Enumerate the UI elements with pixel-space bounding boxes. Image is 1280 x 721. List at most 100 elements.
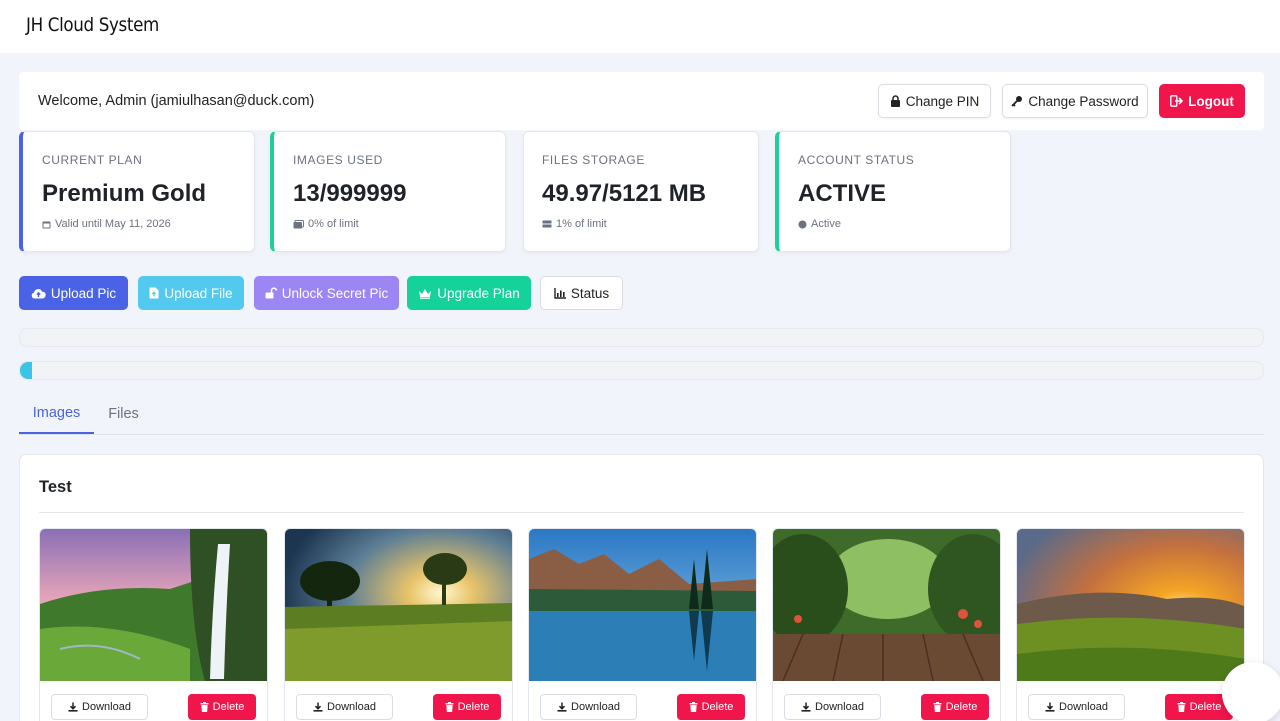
download-icon — [1045, 702, 1055, 712]
download-button[interactable]: Download — [296, 694, 393, 720]
images-icon — [293, 219, 304, 228]
tab-images[interactable]: Images — [19, 394, 94, 434]
progress-bar-images — [19, 328, 1264, 347]
stat-label: ACCOUNT STATUS — [798, 153, 915, 167]
album-panel: Test Download Delete Download Delete Dow… — [19, 454, 1264, 721]
stat-label: FILES STORAGE — [542, 153, 645, 167]
image-card: Download Delete — [39, 528, 268, 721]
stat-sub-text: 1% of limit — [556, 218, 607, 230]
download-label: Download — [82, 701, 131, 713]
download-button[interactable]: Download — [540, 694, 637, 720]
stat-sub-text: Valid until May 11, 2026 — [55, 218, 171, 230]
divider — [39, 512, 1244, 513]
change-password-button[interactable]: Change Password — [1002, 84, 1148, 118]
tree-sunset-image[interactable] — [285, 529, 513, 681]
delete-label: Delete — [212, 701, 245, 713]
trash-icon — [689, 702, 698, 712]
delete-label: Delete — [701, 701, 734, 713]
chat-widget-button[interactable] — [1222, 662, 1280, 721]
stat-card-images: IMAGES USED 13/999999 0% of limit — [270, 131, 506, 252]
welcome-bar: Welcome, Admin (jamiulhasan@duck.com) Ch… — [19, 72, 1264, 130]
stat-sub-text: 0% of limit — [308, 218, 359, 230]
progress-fill — [20, 362, 33, 379]
unlock-secret-pic-label: Unlock Secret Pic — [281, 285, 389, 301]
stat-sub: Valid until May 11, 2026 — [42, 218, 171, 230]
delete-button[interactable]: Delete — [677, 694, 745, 720]
welcome-text: Welcome, Admin (jamiulhasan@duck.com) — [38, 93, 315, 109]
garden-deck-image[interactable] — [773, 529, 1001, 681]
stat-label: CURRENT PLAN — [42, 153, 143, 167]
change-password-label: Change Password — [1028, 93, 1139, 109]
chart-icon — [554, 287, 566, 299]
calendar-icon — [42, 221, 51, 228]
download-button[interactable]: Download — [1028, 694, 1125, 720]
stat-value: 49.97/5121 MB — [542, 180, 707, 207]
waterfall-image[interactable] — [40, 529, 268, 681]
file-upload-icon — [149, 287, 159, 299]
upload-pic-label: Upload Pic — [50, 285, 117, 301]
sunset-meadow-image[interactable] — [1017, 529, 1245, 681]
download-label: Download — [1059, 701, 1108, 713]
download-button[interactable]: Download — [784, 694, 881, 720]
crown-icon — [419, 288, 432, 299]
trash-icon — [1177, 702, 1186, 712]
trash-icon — [933, 702, 942, 712]
delete-label: Delete — [457, 701, 490, 713]
upload-file-label: Upload File — [164, 285, 233, 301]
image-card: Download Delete — [284, 528, 513, 721]
trash-icon — [200, 702, 209, 712]
top-navbar: JH Cloud System — [0, 0, 1280, 53]
stat-value: Premium Gold — [42, 180, 207, 207]
stat-card-status: ACCOUNT STATUS ACTIVE Active — [775, 131, 1011, 252]
trash-icon — [445, 702, 454, 712]
stat-sub: Active — [798, 218, 841, 230]
stat-sub-text: Active — [811, 218, 841, 230]
lock-icon — [890, 95, 900, 107]
delete-button[interactable]: Delete — [188, 694, 256, 720]
delete-label: Delete — [945, 701, 978, 713]
key-icon — [1011, 96, 1023, 107]
status-dot-icon — [798, 220, 807, 228]
logout-button[interactable]: Logout — [1159, 84, 1245, 118]
upgrade-plan-button[interactable]: Upgrade Plan — [407, 276, 531, 310]
image-card: Download Delete — [1016, 528, 1245, 721]
stat-sub: 1% of limit — [542, 218, 607, 230]
upload-file-button[interactable]: Upload File — [138, 276, 244, 310]
upload-pic-button[interactable]: Upload Pic — [19, 276, 128, 310]
logout-icon — [1170, 95, 1184, 107]
change-pin-button[interactable]: Change PIN — [878, 84, 991, 118]
upgrade-plan-label: Upgrade Plan — [437, 285, 520, 301]
delete-button[interactable]: Delete — [433, 694, 501, 720]
image-card: Download Delete — [772, 528, 1001, 721]
stat-value: ACTIVE — [798, 180, 887, 207]
download-label: Download — [327, 701, 376, 713]
cloud-upload-icon — [31, 288, 46, 298]
unlock-icon — [265, 287, 277, 299]
stat-label: IMAGES USED — [293, 153, 383, 167]
download-icon — [68, 702, 78, 712]
change-pin-label: Change PIN — [905, 93, 980, 109]
download-icon — [801, 702, 811, 712]
mountain-lake-image[interactable] — [529, 529, 757, 681]
download-button[interactable]: Download — [51, 694, 148, 720]
tab-bar: Images Files — [19, 394, 1264, 435]
stat-sub: 0% of limit — [293, 218, 359, 230]
app-title[interactable]: JH Cloud System — [26, 14, 159, 36]
logout-label: Logout — [1188, 93, 1234, 109]
status-label: Status — [570, 285, 610, 301]
download-icon — [313, 702, 323, 712]
stat-value: 13/999999 — [293, 180, 407, 207]
download-label: Download — [815, 701, 864, 713]
tab-files[interactable]: Files — [94, 394, 153, 434]
image-card: Download Delete — [528, 528, 757, 721]
album-title: Test — [39, 478, 72, 496]
download-label: Download — [571, 701, 620, 713]
status-button[interactable]: Status — [540, 276, 623, 310]
unlock-secret-pic-button[interactable]: Unlock Secret Pic — [254, 276, 399, 310]
progress-bar-storage — [19, 361, 1264, 380]
download-icon — [557, 702, 567, 712]
delete-button[interactable]: Delete — [921, 694, 989, 720]
stat-card-plan: CURRENT PLAN Premium Gold Valid until Ma… — [19, 131, 255, 252]
storage-icon — [542, 220, 552, 228]
stat-card-storage: FILES STORAGE 49.97/5121 MB 1% of limit — [523, 131, 759, 252]
